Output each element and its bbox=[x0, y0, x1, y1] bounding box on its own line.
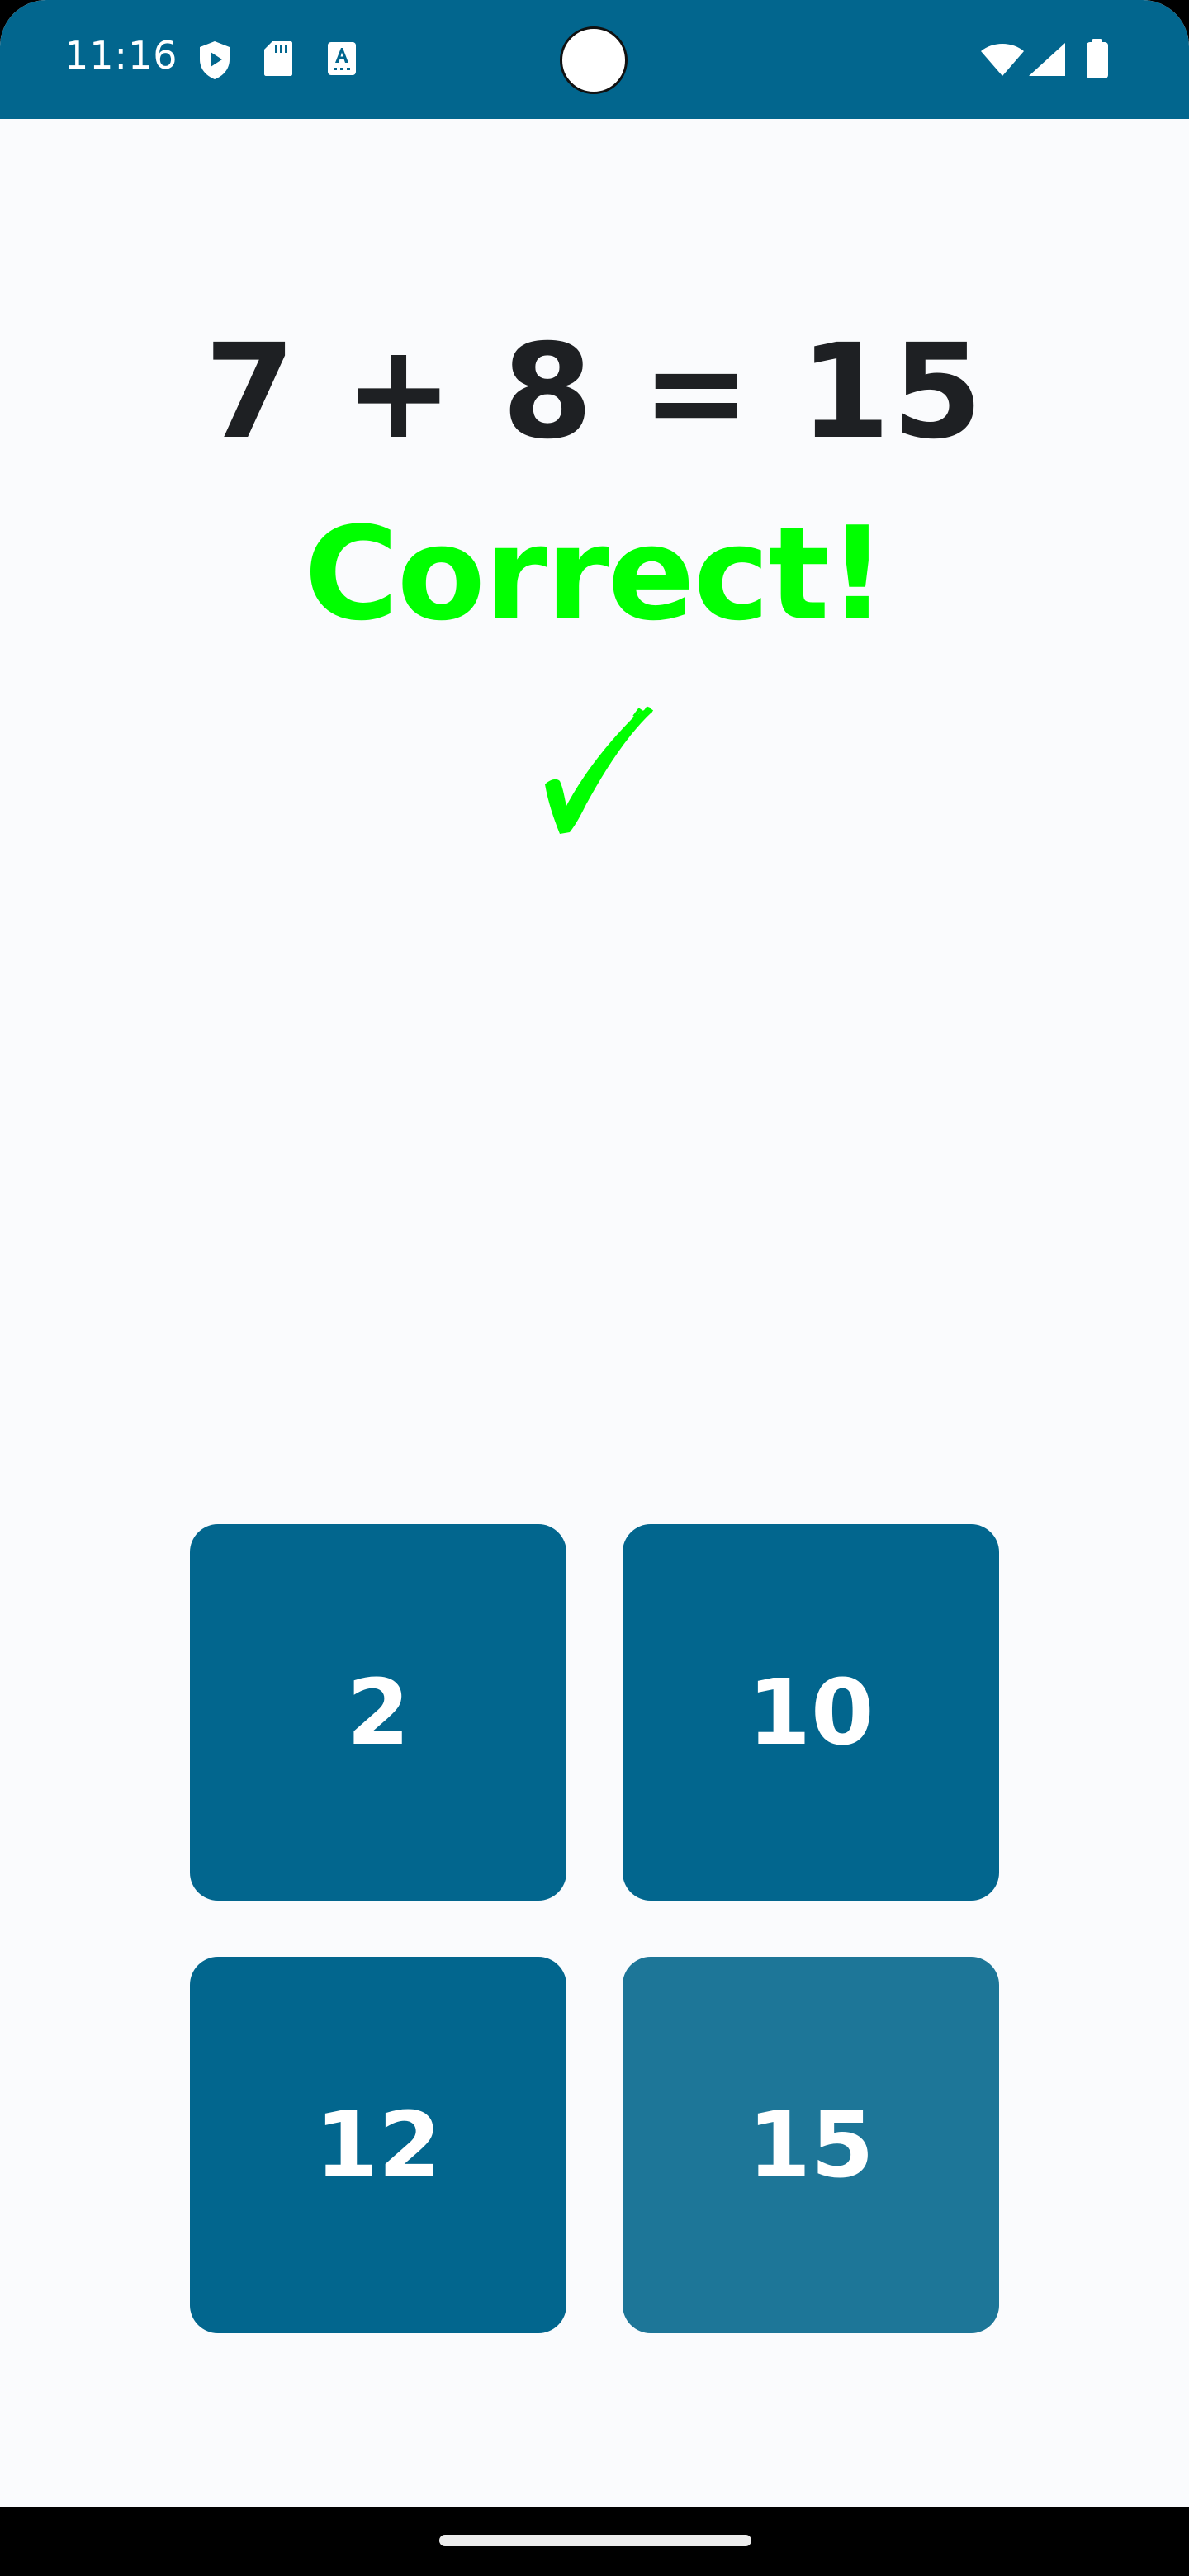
equation-text: 7 + 8 = 15 bbox=[204, 316, 985, 468]
play-protect-icon bbox=[197, 40, 233, 85]
navigation-bar bbox=[0, 2507, 1189, 2576]
answer-button-1[interactable]: 2 bbox=[190, 1524, 566, 1901]
cell-signal-icon bbox=[1027, 41, 1067, 82]
checkmark-icon bbox=[528, 702, 661, 842]
answer-button-3[interactable]: 12 bbox=[190, 1957, 566, 2333]
answer-label: 2 bbox=[346, 1660, 410, 1765]
answer-button-4-selected[interactable]: 15 bbox=[623, 1957, 999, 2333]
home-gesture-handle[interactable] bbox=[439, 2535, 751, 2546]
status-time: 11:16 bbox=[64, 33, 178, 78]
sd-card-icon bbox=[263, 40, 294, 82]
front-camera bbox=[560, 26, 628, 94]
answer-label: 10 bbox=[747, 1660, 874, 1765]
answer-label: 12 bbox=[315, 2092, 442, 2198]
status-bar: 11:16 bbox=[0, 0, 1189, 119]
wifi-icon bbox=[979, 41, 1026, 82]
answer-label: 15 bbox=[747, 2092, 874, 2198]
battery-icon bbox=[1085, 38, 1110, 83]
accessibility-font-icon bbox=[327, 41, 357, 80]
app-screen: 11:16 7 + 8 = 15 Correct! 2 10 12 15 bbox=[0, 0, 1189, 2576]
answer-button-2[interactable]: 10 bbox=[623, 1524, 999, 1901]
feedback-text: Correct! bbox=[304, 499, 887, 649]
